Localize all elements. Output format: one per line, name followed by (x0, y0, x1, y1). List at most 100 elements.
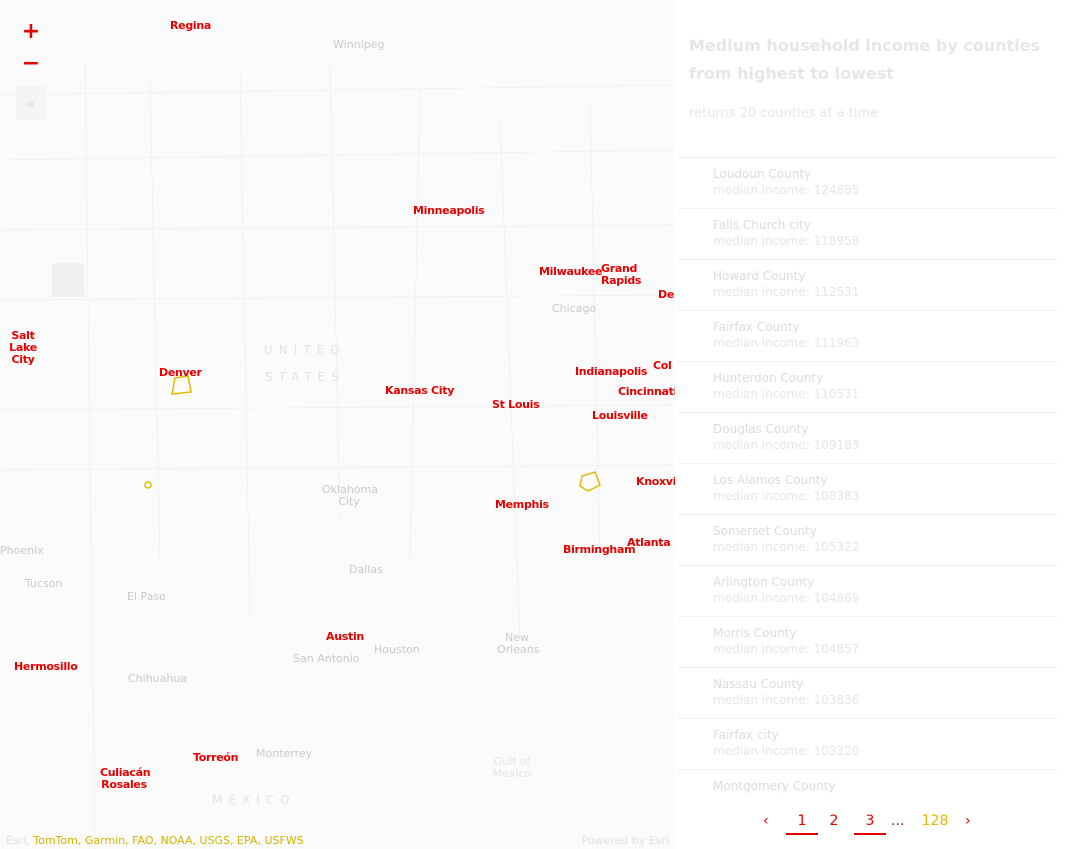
pagination: ‹ 1 2 3 ... 128 › (675, 808, 1065, 844)
county-list-item[interactable]: Howard County median income: 112531 (677, 259, 1057, 310)
city-label: Minneapolis (413, 204, 485, 217)
county-list-item[interactable]: Somerset County median income: 105322 (677, 514, 1057, 565)
median-income: median income: 103320 (713, 743, 1057, 760)
city-label: Kansas City (385, 384, 455, 397)
county-list-item[interactable]: Falls Church city median income: 118958 (677, 208, 1057, 259)
county-list-item[interactable]: Fairfax city median income: 103320 (677, 718, 1057, 769)
county-name: Fairfax city (713, 728, 779, 742)
county-list-item[interactable]: Morris County median income: 104857 (677, 616, 1057, 667)
median-income: median income: 103836 (713, 692, 1057, 709)
map-view[interactable]: + − « Regina Minneapolis Milwaukee Grand… (0, 0, 675, 849)
median-income: median income: 118958 (713, 233, 1057, 250)
median-income: median income: 111963 (713, 335, 1057, 352)
country-label: STATES (265, 370, 345, 384)
basemap-city-label: Chihuahua (128, 672, 188, 685)
median-income: median income: 124885 (713, 182, 1057, 199)
county-name: Arlington County (713, 575, 815, 589)
basemap-city-label: Tucson (25, 577, 63, 590)
median-income-value: 112531 (813, 285, 860, 299)
city-label: Louisville (592, 409, 648, 422)
county-name: Falls Church city (713, 218, 811, 232)
water-label: Gulf of Mexico (492, 755, 532, 780)
city-label: Austin (326, 630, 364, 643)
median-income-label: median income: (713, 642, 814, 656)
page-2-button[interactable]: 2 (826, 813, 842, 829)
city-label: Denver (159, 366, 202, 379)
median-income: median income: 105322 (713, 539, 1057, 556)
last-page-button[interactable]: 128 (920, 813, 950, 829)
median-income-value: 104857 (813, 642, 860, 656)
basemap-city-label: Phoenix (0, 544, 44, 557)
county-name: Montgomery County (713, 779, 836, 793)
basemap-city-label: San Antonio (293, 652, 360, 665)
county-list-item[interactable]: Loudoun County median income: 124885 (677, 157, 1057, 208)
city-label: Col (653, 359, 672, 372)
prev-page-button[interactable]: ‹ (763, 813, 769, 829)
median-income: median income: 104869 (713, 590, 1057, 607)
next-page-button[interactable]: › (965, 813, 971, 829)
city-label: Regina (170, 19, 212, 32)
county-name: Douglas County (713, 422, 809, 436)
city-label: Milwaukee (539, 265, 603, 278)
median-income-label: median income: (713, 183, 814, 197)
median-income-value: 103836 (813, 693, 860, 707)
country-label: UNITED (264, 343, 346, 357)
median-income-value: 105322 (813, 540, 860, 554)
county-list-item[interactable]: Arlington County median income: 104869 (677, 565, 1057, 616)
city-label: Salt Lake City (9, 329, 37, 366)
county-list-item[interactable]: Montgomery County (677, 769, 1057, 797)
median-income-label: median income: (713, 540, 814, 554)
median-income: median income: 104857 (713, 641, 1057, 658)
basemap-city-label: Oklahoma City (322, 483, 378, 508)
los-alamos-highlight (144, 481, 152, 489)
median-income-label: median income: (713, 489, 814, 503)
median-income-label: median income: (713, 438, 814, 452)
zoom-out-button[interactable]: − (16, 48, 46, 78)
page-1-button[interactable]: 1 (786, 813, 818, 835)
georgia-highlight (579, 471, 601, 492)
median-income-value: 104869 (813, 591, 860, 605)
median-income-label: median income: (713, 336, 814, 350)
basemap-city-label: Monterrey (256, 747, 313, 760)
county-list-item[interactable]: Fairfax County median income: 111963 (677, 310, 1057, 361)
powered-by-esri[interactable]: Powered by Esri (581, 834, 669, 847)
median-income-value: 118958 (813, 234, 860, 248)
panel-title: Medium household income by counties from… (689, 36, 1041, 83)
median-income-label: median income: (713, 693, 814, 707)
zoom-in-button[interactable]: + (16, 16, 46, 46)
county-name: Loudoun County (713, 167, 812, 181)
basemap-city-label: Houston (374, 643, 420, 656)
median-income: median income: 109183 (713, 437, 1057, 454)
county-list-item[interactable]: Douglas County median income: 109183 (677, 412, 1057, 463)
basemap-city-label: Dallas (349, 563, 383, 576)
page-3-button[interactable]: 3 (854, 813, 886, 835)
county-name: Fairfax County (713, 320, 800, 334)
county-boundaries (0, 59, 675, 849)
collapse-panel-button[interactable]: « (16, 86, 46, 120)
county-name: Nassau County (713, 677, 804, 691)
median-income: median income: 112531 (713, 284, 1057, 301)
median-income-label: median income: (713, 387, 814, 401)
city-label: Atlanta (627, 536, 671, 549)
median-income-value: 109183 (813, 438, 860, 452)
median-income-label: median income: (713, 591, 814, 605)
panel-subtitle: returns 20 counties at a time (689, 106, 879, 121)
county-list[interactable]: Loudoun County median income: 124885 Falls… (677, 157, 1057, 797)
basemap-city-label: New Orleans (497, 631, 540, 656)
pagination-ellipsis: ... (891, 813, 905, 829)
city-label: Hermosillo (14, 660, 78, 673)
basemap-city-label: Chicago (552, 302, 597, 315)
county-list-item[interactable]: Nassau County median income: 103836 (677, 667, 1057, 718)
city-label: Culiacán Rosales (100, 766, 151, 791)
county-list-item[interactable]: Los Alamos County median income: 108383 (677, 463, 1057, 514)
median-income-label: median income: (713, 234, 814, 248)
city-label: De (658, 288, 674, 301)
county-name: Somerset County (713, 524, 817, 538)
median-income-value: 103320 (813, 744, 860, 758)
city-label: St Louis (492, 398, 540, 411)
county-name: Morris County (713, 626, 797, 640)
results-panel: Medium household income by counties from… (675, 0, 1065, 849)
city-label: Knoxvill (636, 475, 675, 488)
county-list-item[interactable]: Hunterdon County median income: 110531 (677, 361, 1057, 412)
county-name: Hunterdon County (713, 371, 824, 385)
